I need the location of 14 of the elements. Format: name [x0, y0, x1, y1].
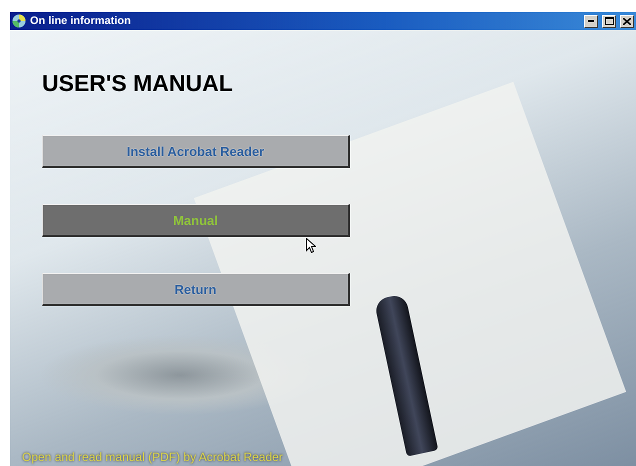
maximize-button[interactable] [602, 14, 616, 28]
minimize-icon [588, 20, 594, 22]
cd-icon [12, 14, 26, 28]
menu-button[interactable]: Manual [42, 204, 350, 237]
window-title: On line information [30, 15, 131, 27]
maximize-icon [604, 17, 614, 25]
menu-button[interactable]: Install Acrobat Reader [42, 135, 350, 168]
status-text: Open and read manual (PDF) by Acrobat Reader [22, 450, 284, 464]
minimize-button[interactable] [584, 14, 598, 28]
close-button[interactable] [620, 14, 634, 28]
cursor-icon [306, 238, 316, 253]
menu-button[interactable]: Return [42, 273, 350, 306]
manual-heading: USER'S MANUAL [42, 70, 234, 97]
close-icon [623, 18, 631, 24]
